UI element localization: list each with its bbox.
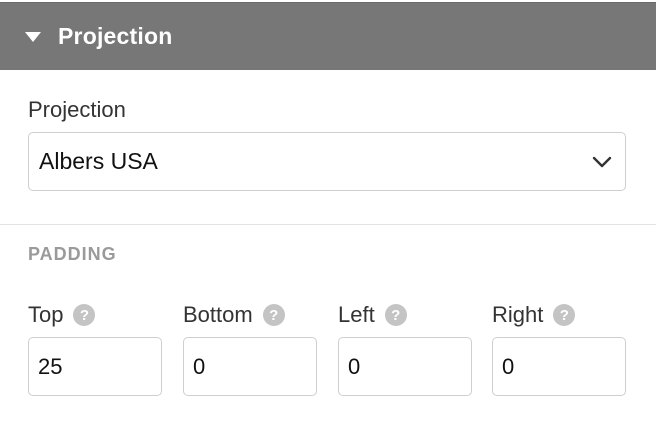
- padding-bottom-input[interactable]: [183, 337, 317, 396]
- padding-bottom-label-group: Bottom ?: [183, 302, 285, 328]
- help-icon[interactable]: ?: [262, 304, 285, 326]
- section-divider: [0, 224, 656, 225]
- padding-top-label-group: Top ?: [28, 302, 96, 328]
- projection-label: Projection: [28, 97, 126, 122]
- padding-right-label-group: Right ?: [492, 302, 576, 328]
- chevron-down-icon: [592, 156, 612, 167]
- help-icon[interactable]: ?: [73, 304, 96, 326]
- projection-select-value: Albers USA: [39, 148, 158, 174]
- caret-down-icon[interactable]: [25, 31, 41, 42]
- padding-section-title: PADDING: [28, 244, 117, 264]
- padding-left-label-group: Left ?: [338, 302, 407, 328]
- help-icon[interactable]: ?: [384, 304, 407, 326]
- projection-panel: Projection Projection Albers USA PADDING…: [0, 0, 656, 426]
- padding-left-label: Left: [338, 302, 375, 327]
- padding-right-input[interactable]: [492, 337, 626, 396]
- padding-left-input[interactable]: [338, 337, 472, 396]
- help-icon[interactable]: ?: [553, 304, 576, 326]
- padding-top-input[interactable]: [28, 337, 162, 396]
- projection-section-header[interactable]: Projection: [0, 2, 656, 70]
- padding-bottom-label: Bottom: [183, 302, 253, 327]
- padding-top-label: Top: [28, 302, 64, 327]
- padding-right-label: Right: [492, 302, 544, 327]
- projection-select[interactable]: Albers USA: [28, 132, 626, 191]
- section-header-title: Projection: [58, 23, 173, 49]
